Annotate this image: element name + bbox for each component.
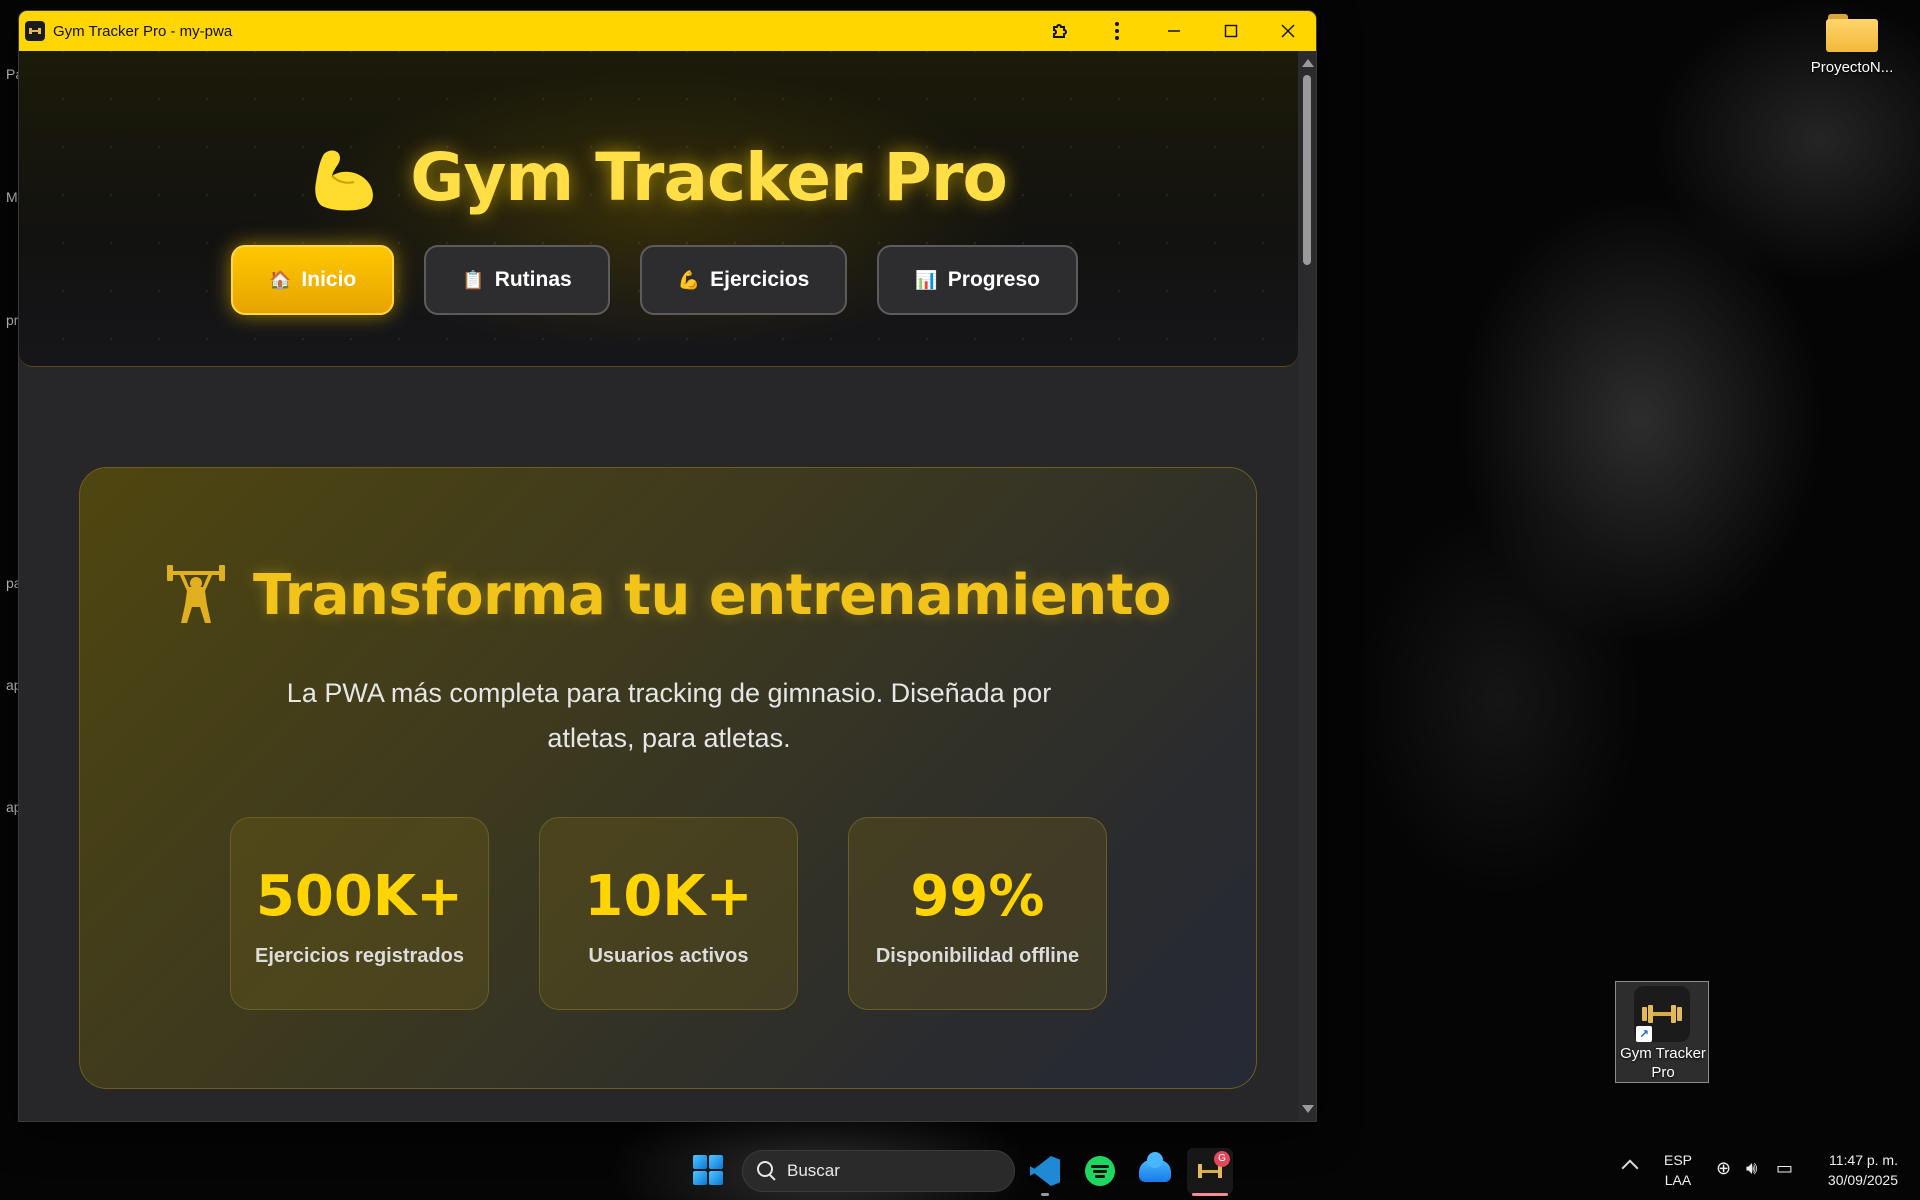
flexed-biceps-icon — [315, 150, 374, 210]
clock-time: 11:47 p. m. — [1828, 1152, 1898, 1168]
clock-date: 30/09/2025 — [1827, 1172, 1898, 1188]
app-viewport: Gym Tracker Pro 🏠 Inicio 📋 Rutinas 💪 Eje… — [19, 51, 1298, 1121]
start-button[interactable] — [693, 1155, 723, 1185]
nav-ejercicios-button[interactable]: 💪 Ejercicios — [639, 245, 848, 315]
windows-logo-icon — [693, 1155, 707, 1169]
taskbar-icloud[interactable] — [1132, 1148, 1178, 1194]
taskbar-vscode[interactable] — [1022, 1148, 1068, 1196]
battery-icon[interactable]: ▭ — [1776, 1158, 1793, 1179]
shortcut-arrow-icon: ↗ — [1636, 1026, 1652, 1042]
clipboard-icon: 📋 — [462, 269, 485, 290]
hero-card-description: La PWA más completa para tracking de gim… — [286, 678, 1052, 753]
desktop-shortcut-gym-tracker[interactable]: ↗ Gym Tracker Pro — [1615, 981, 1709, 1083]
close-button[interactable] — [1259, 11, 1316, 51]
stat-value: 500K+ — [255, 864, 464, 929]
nav-inicio-button[interactable]: 🏠 Inicio — [231, 245, 395, 315]
biceps-icon: 💪 — [677, 269, 701, 290]
extensions-button[interactable] — [1031, 11, 1088, 51]
gym-tracker-app-icon: ↗ — [1634, 986, 1690, 1042]
nav-progreso-button[interactable]: 📊 Progreso — [877, 245, 1078, 315]
scroll-up-arrow-icon[interactable] — [1302, 59, 1314, 67]
minimize-button[interactable] — [1145, 11, 1202, 51]
minimize-icon — [1167, 30, 1180, 32]
show-hidden-icons-chevron-icon[interactable] — [1621, 1159, 1639, 1177]
stat-label: Ejercicios registrados — [255, 945, 464, 967]
close-icon — [1281, 24, 1294, 38]
bar-chart-icon: 📊 — [915, 269, 938, 290]
window-title: Gym Tracker Pro - my-pwa — [53, 22, 233, 40]
puzzle-icon — [1052, 24, 1067, 38]
stat-card: 10K+ Usuarios activos — [539, 817, 798, 1010]
search-placeholder: Buscar — [787, 1161, 840, 1180]
stat-card: 99% Disponibilidad offline — [848, 817, 1107, 1010]
nav-label: Rutinas — [494, 268, 572, 291]
taskbar-clock[interactable]: 11:47 p. m. 30/09/2025 — [1828, 1150, 1898, 1190]
desktop-icon-label[interactable]: pr — [6, 312, 18, 328]
language-indicator[interactable]: ESP LAA — [1664, 1150, 1692, 1190]
desktop-shortcut-label: Gym Tracker Pro — [1620, 1045, 1706, 1081]
stat-label: Usuarios activos — [588, 945, 749, 967]
cloud-icon — [1139, 1152, 1171, 1182]
search-icon — [757, 1161, 777, 1181]
app-window: Gym Tracker Pro - my-pwa Gym Tracker Pro… — [19, 11, 1316, 1121]
hero-card: Transforma tu entrenamiento La PWA más c… — [79, 467, 1257, 1089]
stats-row: 500K+ Ejercicios registrados 10K+ Usuari… — [230, 817, 1107, 1010]
app-brand-title: Gym Tracker Pro — [410, 139, 1008, 216]
stat-label: Disponibilidad offline — [875, 945, 1080, 967]
more-options-button[interactable] — [1088, 11, 1145, 51]
nav-rutinas-button[interactable]: 📋 Rutinas — [424, 245, 610, 315]
desktop-folder-label: ProyectoN... — [1810, 59, 1894, 76]
taskbar-gym-tracker[interactable]: G — [1187, 1148, 1233, 1196]
scrollbar-thumb[interactable] — [1303, 75, 1311, 265]
maximize-icon — [1224, 24, 1237, 38]
nav-label: Progreso — [947, 268, 1040, 291]
vscode-icon — [1030, 1156, 1060, 1186]
stat-card: 500K+ Ejercicios registrados — [230, 817, 489, 1010]
taskbar-spotify[interactable] — [1077, 1148, 1123, 1194]
app-header: Gym Tracker Pro 🏠 Inicio 📋 Rutinas 💪 Eje… — [19, 51, 1298, 367]
taskbar-search[interactable]: Buscar — [742, 1150, 1015, 1192]
hero-card-title: Transforma tu entrenamiento — [253, 563, 1171, 628]
stat-value: 10K+ — [584, 864, 753, 929]
notification-badge: G — [1214, 1151, 1230, 1167]
stat-value: 99% — [910, 864, 1045, 929]
volume-icon[interactable]: 🔊︎ — [1746, 1158, 1757, 1179]
more-vertical-icon — [1114, 22, 1119, 40]
nav-label: Inicio — [301, 268, 357, 291]
vertical-scrollbar[interactable] — [1298, 51, 1316, 1121]
folder-icon — [1826, 12, 1878, 52]
desktop-icon-label[interactable]: M — [6, 189, 18, 205]
desktop-folder[interactable]: ProyectoN... — [1805, 12, 1899, 77]
home-icon: 🏠 — [269, 269, 292, 290]
network-globe-icon[interactable]: ⊕ — [1716, 1158, 1731, 1179]
main-nav: 🏠 Inicio 📋 Rutinas 💪 Ejercicios 📊 Progre… — [19, 245, 1298, 315]
weightlifter-icon — [167, 564, 226, 623]
nav-label: Ejercicios — [710, 268, 810, 291]
maximize-button[interactable] — [1202, 11, 1259, 51]
window-titlebar[interactable]: Gym Tracker Pro - my-pwa — [19, 11, 1316, 51]
taskbar: Buscar G ESP LAA ⊕ 🔊︎ ▭ 11:47 p. m. 30/0… — [0, 1140, 1920, 1200]
scroll-down-arrow-icon[interactable] — [1302, 1105, 1314, 1113]
spotify-icon — [1085, 1156, 1115, 1186]
app-dumbbell-icon — [25, 21, 45, 41]
